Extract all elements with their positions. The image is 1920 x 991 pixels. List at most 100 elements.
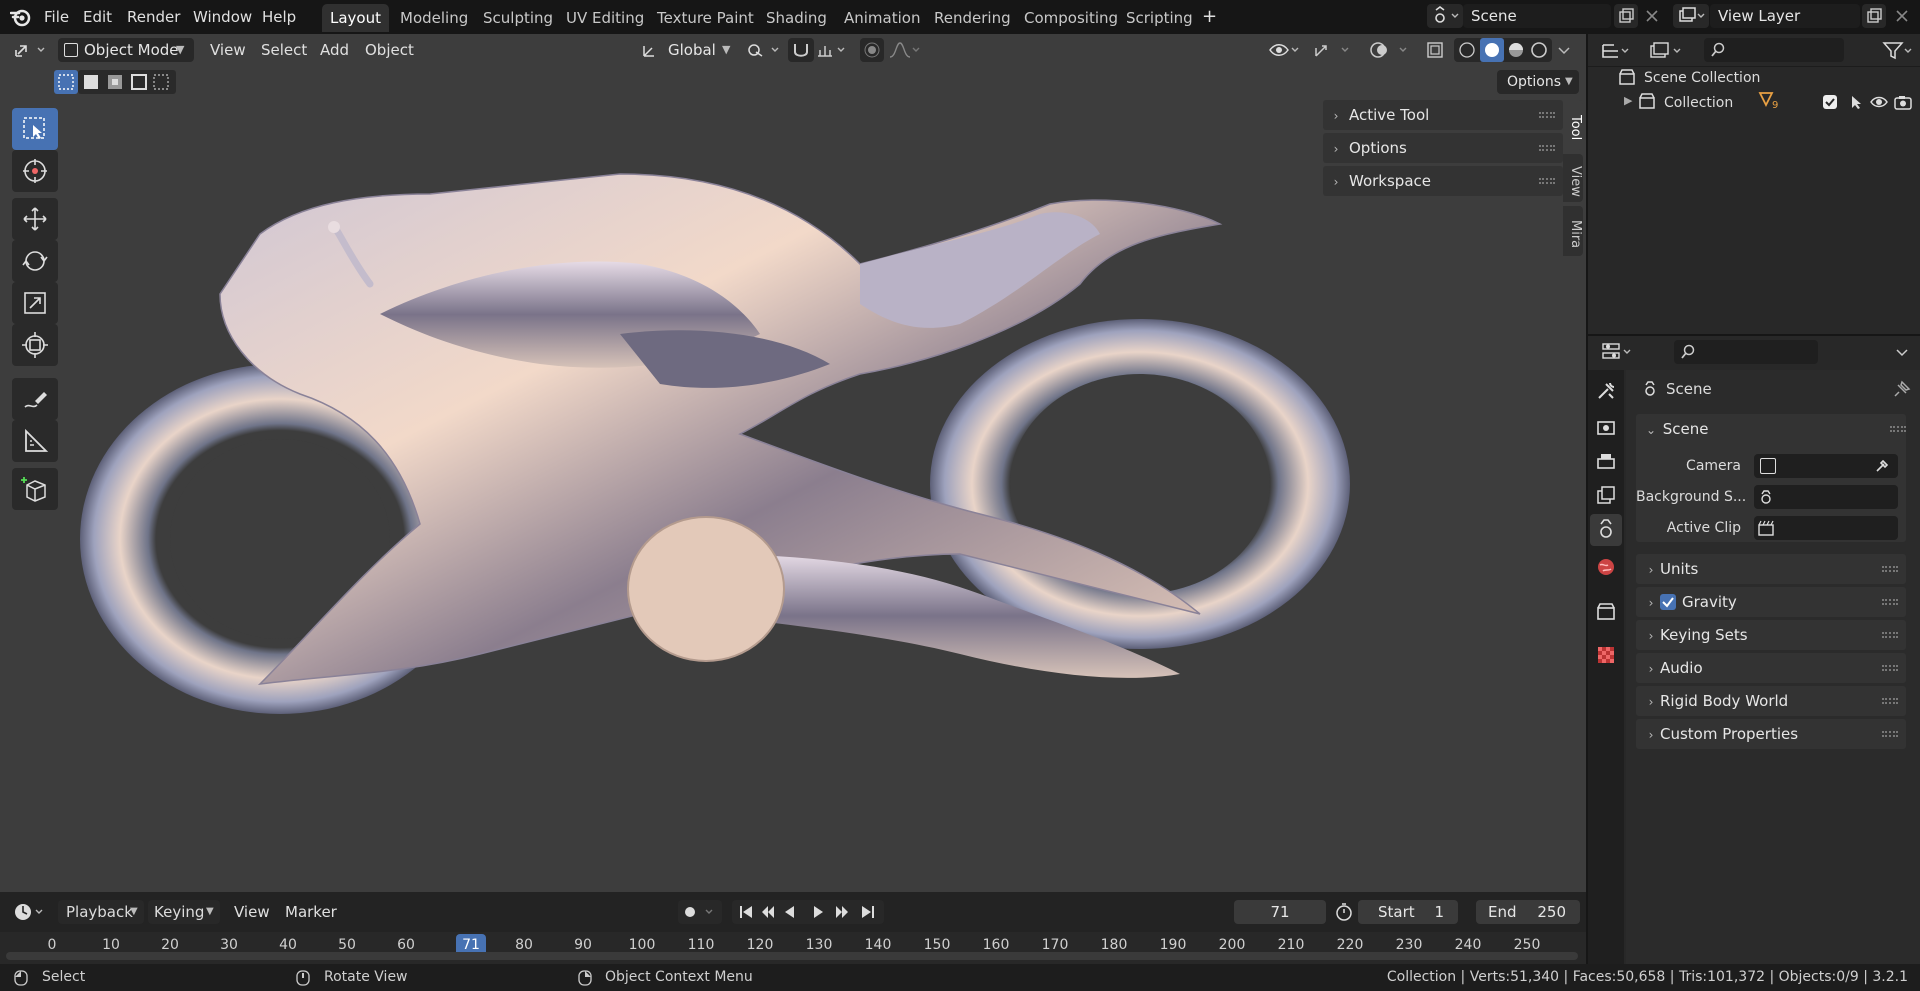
start-frame-field[interactable]: Start 1 bbox=[1358, 900, 1458, 924]
xray-toggle-icon[interactable] bbox=[1425, 40, 1445, 60]
npanel-options[interactable]: › Options bbox=[1323, 133, 1563, 163]
timeline-menu-view[interactable]: View bbox=[234, 900, 270, 924]
timeline-scrollbar[interactable] bbox=[6, 952, 1578, 960]
eye-icon[interactable] bbox=[1870, 94, 1888, 110]
scale-tool[interactable] bbox=[12, 282, 58, 324]
blender-logo-icon[interactable] bbox=[10, 7, 32, 27]
gravity-checkbox[interactable] bbox=[1660, 594, 1676, 610]
drag-handle-icon[interactable] bbox=[1882, 698, 1898, 704]
delete-view-layer-icon[interactable] bbox=[1892, 6, 1912, 26]
drag-handle-icon[interactable] bbox=[1882, 665, 1898, 671]
menu-render[interactable]: Render bbox=[127, 5, 180, 29]
add-workspace-icon[interactable]: + bbox=[1202, 5, 1217, 29]
annotate-tool[interactable] bbox=[12, 378, 58, 420]
timeline-menu-marker[interactable]: Marker bbox=[285, 900, 337, 924]
units-section[interactable]: › Units bbox=[1636, 554, 1906, 584]
auto-keying-icon[interactable] bbox=[678, 900, 722, 924]
new-scene-icon[interactable] bbox=[1614, 4, 1638, 28]
drag-handle-icon[interactable] bbox=[1882, 566, 1898, 572]
collection-label[interactable]: Collection bbox=[1664, 92, 1733, 114]
menu-file[interactable]: File bbox=[44, 5, 69, 29]
visibility-selector-icon[interactable] bbox=[1268, 40, 1302, 60]
proportional-edit-icon[interactable] bbox=[860, 38, 884, 62]
drag-handle-icon[interactable] bbox=[1882, 599, 1898, 605]
custom-properties-section[interactable]: › Custom Properties bbox=[1636, 719, 1906, 749]
pin-icon[interactable] bbox=[1892, 379, 1912, 399]
npanel-active-tool[interactable]: › Active Tool bbox=[1323, 100, 1563, 130]
mode-selector[interactable]: Object Mode ▼ bbox=[58, 38, 194, 62]
viewport-menu-view[interactable]: View bbox=[210, 38, 246, 62]
keying-menu[interactable]: Keying ▼ bbox=[148, 900, 220, 924]
tab-shading[interactable]: Shading bbox=[758, 4, 835, 32]
gizmo-toggle-icon[interactable] bbox=[1312, 40, 1356, 60]
timeline-editor-type-icon[interactable] bbox=[12, 900, 50, 924]
tab-tool[interactable]: Tool bbox=[1563, 100, 1583, 150]
menu-help[interactable]: Help bbox=[262, 5, 296, 29]
texture-tab-icon[interactable] bbox=[1595, 644, 1617, 666]
render-tab-icon[interactable] bbox=[1595, 416, 1617, 438]
snap-target-icon[interactable] bbox=[816, 40, 852, 60]
exclude-checkbox-icon[interactable] bbox=[1822, 94, 1838, 110]
tab-view[interactable]: View bbox=[1563, 154, 1583, 202]
properties-search-input[interactable] bbox=[1674, 340, 1818, 364]
viewport-menu-object[interactable]: Object bbox=[365, 38, 414, 62]
scene-selector[interactable] bbox=[1427, 4, 1463, 28]
scene-tab-icon[interactable] bbox=[1590, 514, 1622, 546]
properties-options-chevron-icon[interactable] bbox=[1894, 344, 1910, 360]
shading-options-chevron-icon[interactable] bbox=[1556, 40, 1572, 60]
tab-animation[interactable]: Animation bbox=[836, 4, 928, 32]
active-clip-field[interactable] bbox=[1754, 516, 1898, 540]
drag-handle-icon[interactable] bbox=[1539, 178, 1555, 184]
rotate-tool[interactable] bbox=[12, 240, 58, 282]
playback-menu[interactable]: Playback ▼ bbox=[58, 900, 144, 924]
audio-section[interactable]: › Audio bbox=[1636, 653, 1906, 683]
tab-uv-editing[interactable]: UV Editing bbox=[558, 4, 652, 32]
falloff-icon[interactable] bbox=[888, 40, 924, 60]
drag-handle-icon[interactable] bbox=[1882, 632, 1898, 638]
end-frame-field[interactable]: End 250 bbox=[1476, 900, 1580, 924]
tab-layout[interactable]: Layout bbox=[322, 4, 389, 32]
view-layer-field[interactable]: View Layer bbox=[1710, 4, 1860, 28]
editor-type-selector[interactable] bbox=[12, 38, 50, 62]
tab-texture-paint[interactable]: Texture Paint bbox=[649, 4, 762, 32]
menu-edit[interactable]: Edit bbox=[83, 5, 112, 29]
drag-handle-icon[interactable] bbox=[1539, 112, 1555, 118]
outliner-search-input[interactable] bbox=[1704, 38, 1844, 62]
tab-rendering[interactable]: Rendering bbox=[926, 4, 1019, 32]
gravity-section[interactable]: › Gravity bbox=[1636, 587, 1906, 617]
scene-collection-label[interactable]: Scene Collection bbox=[1644, 67, 1760, 89]
collection-tab-icon[interactable] bbox=[1595, 600, 1617, 622]
view-layer-selector[interactable] bbox=[1673, 4, 1709, 28]
delete-scene-icon[interactable] bbox=[1642, 6, 1662, 26]
viewport-menu-add[interactable]: Add bbox=[320, 38, 349, 62]
tab-modeling[interactable]: Modeling bbox=[392, 4, 476, 32]
tab-compositing[interactable]: Compositing bbox=[1016, 4, 1126, 32]
snap-toggle-icon[interactable] bbox=[788, 38, 814, 62]
background-scene-field[interactable] bbox=[1754, 485, 1898, 509]
tab-sculpting[interactable]: Sculpting bbox=[475, 4, 561, 32]
expand-arrow-icon[interactable]: ▶ bbox=[1624, 94, 1632, 107]
stopwatch-icon[interactable] bbox=[1334, 902, 1354, 922]
camera-render-toggle-icon[interactable] bbox=[1894, 94, 1912, 110]
scene-section-header[interactable]: ⌄ Scene bbox=[1644, 414, 1709, 445]
drag-handle-icon[interactable] bbox=[1882, 731, 1898, 737]
timeline-ruler[interactable]: 0 10 20 30 40 50 60 71 80 90 100 110 120 130 140 150 160… bbox=[0, 932, 1586, 964]
select-box-tool[interactable] bbox=[12, 108, 58, 150]
selectable-toggle-icon[interactable] bbox=[1848, 94, 1864, 110]
new-view-layer-icon[interactable] bbox=[1862, 4, 1886, 28]
tab-scripting[interactable]: Scripting bbox=[1118, 4, 1201, 32]
tab-mira[interactable]: Mira bbox=[1563, 206, 1583, 256]
keying-sets-section[interactable]: › Keying Sets bbox=[1636, 620, 1906, 650]
menu-window[interactable]: Window bbox=[193, 5, 252, 29]
eyedropper-icon[interactable] bbox=[1874, 458, 1890, 474]
npanel-workspace[interactable]: › Workspace bbox=[1323, 166, 1563, 196]
rigid-body-world-section[interactable]: › Rigid Body World bbox=[1636, 686, 1906, 716]
cursor-tool[interactable] bbox=[12, 150, 58, 192]
pivot-point-icon[interactable] bbox=[746, 40, 786, 60]
transform-orientation[interactable]: Global ▼ bbox=[638, 38, 738, 62]
overlays-toggle-icon[interactable] bbox=[1368, 40, 1414, 60]
measure-tool[interactable] bbox=[12, 420, 58, 462]
drag-handle-icon[interactable] bbox=[1890, 426, 1906, 432]
move-tool[interactable] bbox=[12, 198, 58, 240]
output-tab-icon[interactable] bbox=[1595, 450, 1617, 472]
